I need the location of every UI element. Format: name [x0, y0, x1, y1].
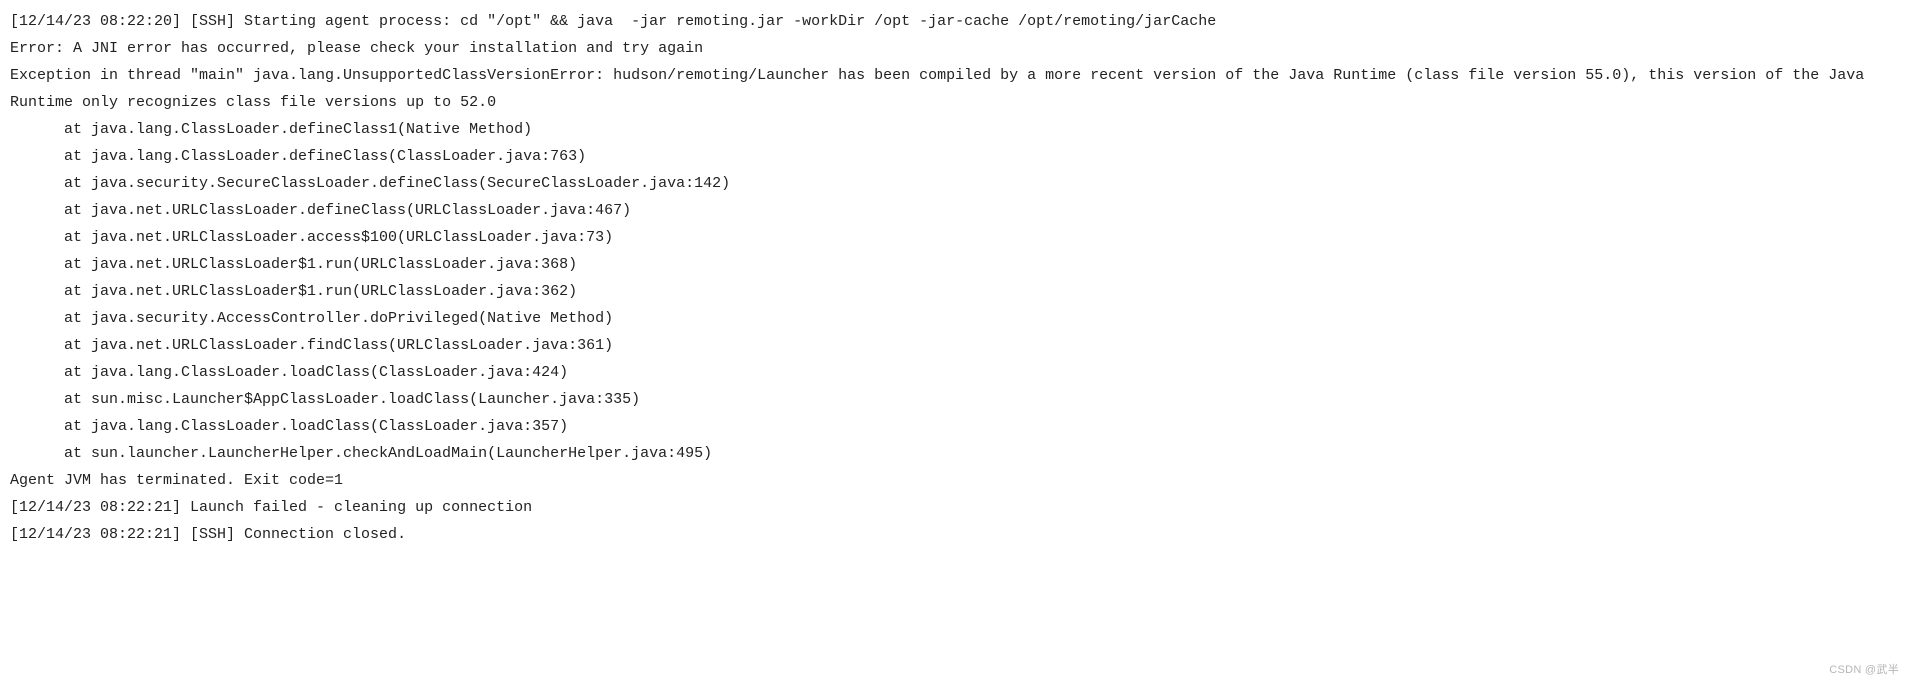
- log-line-stack: at java.lang.ClassLoader.loadClass(Class…: [10, 413, 1897, 440]
- log-line: Error: A JNI error has occurred, please …: [10, 35, 1897, 62]
- log-line-stack: at java.lang.ClassLoader.defineClass(Cla…: [10, 143, 1897, 170]
- log-line-stack: at java.net.URLClassLoader$1.run(URLClas…: [10, 278, 1897, 305]
- log-line-stack: at java.lang.ClassLoader.loadClass(Class…: [10, 359, 1897, 386]
- watermark-text: CSDN @武半: [1829, 661, 1899, 677]
- log-line: Exception in thread "main" java.lang.Uns…: [10, 62, 1897, 116]
- log-line-stack: at java.security.AccessController.doPriv…: [10, 305, 1897, 332]
- log-line-stack: at java.net.URLClassLoader.findClass(URL…: [10, 332, 1897, 359]
- log-output[interactable]: [12/14/23 08:22:20] [SSH] Starting agent…: [0, 0, 1907, 556]
- log-line-stack: at sun.misc.Launcher$AppClassLoader.load…: [10, 386, 1897, 413]
- log-line-stack: at sun.launcher.LauncherHelper.checkAndL…: [10, 440, 1897, 467]
- log-line-stack: at java.net.URLClassLoader$1.run(URLClas…: [10, 251, 1897, 278]
- log-line: [12/14/23 08:22:20] [SSH] Starting agent…: [10, 8, 1897, 35]
- log-line-stack: at java.net.URLClassLoader.access$100(UR…: [10, 224, 1897, 251]
- log-line: [12/14/23 08:22:21] [SSH] Connection clo…: [10, 521, 1897, 548]
- log-line: Agent JVM has terminated. Exit code=1: [10, 467, 1897, 494]
- log-line-stack: at java.net.URLClassLoader.defineClass(U…: [10, 197, 1897, 224]
- log-line-stack: at java.security.SecureClassLoader.defin…: [10, 170, 1897, 197]
- log-line: [12/14/23 08:22:21] Launch failed - clea…: [10, 494, 1897, 521]
- log-line-stack: at java.lang.ClassLoader.defineClass1(Na…: [10, 116, 1897, 143]
